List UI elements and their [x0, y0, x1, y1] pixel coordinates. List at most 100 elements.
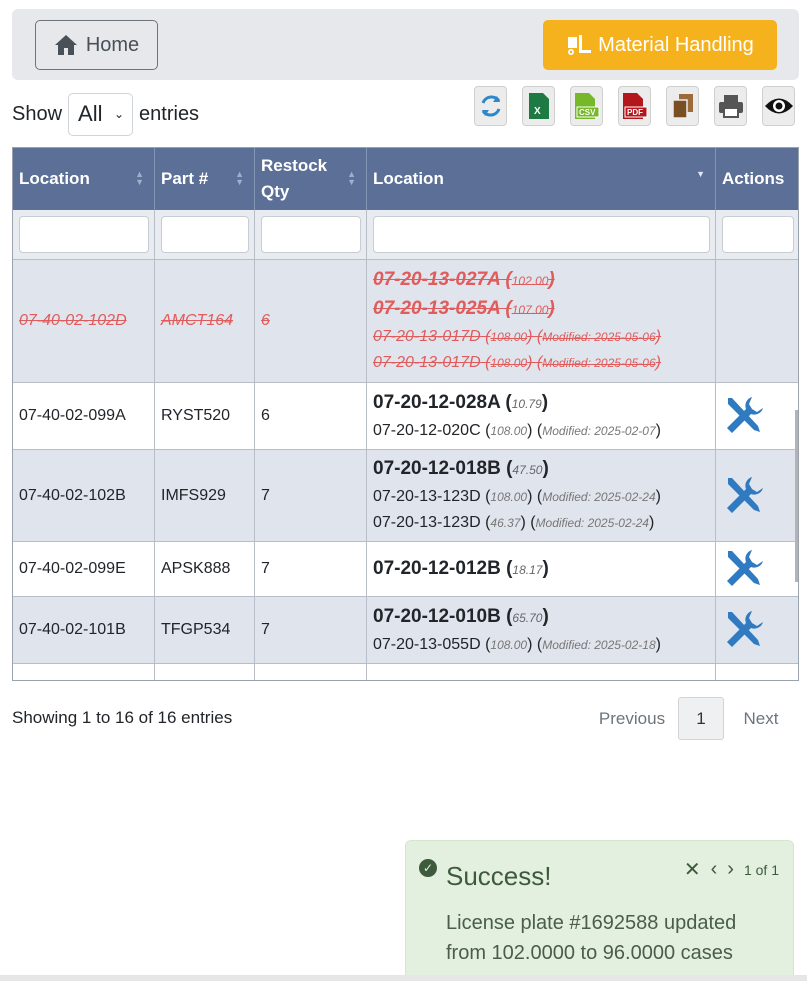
chevron-right-icon[interactable]: › — [727, 858, 734, 881]
sort-icon: ▲ ▼ — [347, 169, 356, 187]
show-label: Show — [12, 102, 63, 125]
location-qty: 65.70 — [512, 610, 543, 625]
filter-cell — [255, 210, 367, 259]
col-actions-label: Actions — [722, 169, 785, 188]
location-code: 07-20-13-017D — [373, 328, 481, 345]
excel-button[interactable]: X — [522, 86, 555, 126]
previous-button[interactable]: Previous — [586, 709, 678, 729]
pagination: Previous 1 Next — [586, 697, 798, 740]
cell-restock: 6 — [255, 260, 367, 382]
pdf-icon: PDF — [622, 93, 647, 119]
col-actions: Actions — [716, 148, 798, 210]
toast-title: Success! — [446, 861, 552, 891]
location-qty: 108.00 — [490, 637, 528, 652]
primary-location: 07-20-13-027A (102.00) — [373, 269, 555, 290]
location-qty: 108.00 — [490, 423, 528, 438]
home-button-label: Home — [85, 33, 140, 56]
sort-icon: ▲ ▼ — [135, 169, 144, 187]
entries-select-value: All — [78, 101, 103, 126]
cell-part: AMCT164 — [155, 260, 255, 382]
primary-location: 07-20-12-028A (10.79) — [373, 391, 549, 413]
location-code: 07-20-13-017D — [373, 354, 481, 371]
cell-locations: 07-20-12-010B (65.70) 07-20-13-055D (108… — [367, 597, 716, 663]
cell-part: IMFS929 — [155, 450, 255, 541]
primary-location: 07-20-12-018B (47.50) — [373, 458, 549, 479]
cell-empty — [155, 664, 255, 680]
cell-restock: 6 — [255, 383, 367, 449]
col-location-2[interactable]: Location ▼ — [367, 148, 716, 210]
length-menu: Show All ⌄ entries — [12, 92, 199, 136]
sort-icon: ▲ ▼ — [235, 169, 244, 187]
cell-locations: 07-20-12-018B (47.50) 07-20-13-123D (108… — [367, 450, 716, 541]
refresh-button[interactable] — [474, 86, 507, 126]
cell-restock: 7 — [255, 597, 367, 663]
cell-locations: 07-20-13-027A (102.00) 07-20-13-025A (10… — [367, 260, 716, 382]
filter-cell — [367, 210, 716, 259]
location-qty: 108.00 — [490, 490, 528, 504]
location-code: 07-20-13-055D — [373, 635, 481, 653]
filter-location-2-input[interactable] — [373, 216, 710, 253]
page-1-button[interactable]: 1 — [678, 697, 724, 740]
csv-button[interactable]: CSV — [570, 86, 603, 126]
cell-actions — [716, 260, 798, 382]
col-restock-qty[interactable]: Restock Qty ▲ ▼ — [255, 148, 367, 210]
cell-part: RYST520 — [155, 383, 255, 449]
chevron-down-icon: ⌄ — [113, 107, 125, 121]
eye-icon — [764, 98, 793, 114]
table-row: 07-40-02-102B IMFS929 7 07-20-12-018B (4… — [13, 450, 798, 542]
pdf-button[interactable]: PDF — [618, 86, 651, 126]
tools-icon[interactable] — [722, 547, 766, 591]
table-row: 07-40-02-099A RYST520 6 07-20-12-028A (1… — [13, 383, 798, 450]
top-bar: Home Material Handling — [12, 9, 799, 80]
col-location-label: Location — [19, 169, 90, 188]
material-handling-button[interactable]: Material Handling — [543, 20, 777, 70]
secondary-location: 07-20-13-123D (46.37) (Modified: 2025-02… — [373, 514, 655, 531]
secondary-location: 07-20-12-020C (108.00) (Modified: 2025-0… — [373, 421, 661, 439]
cell-location: 07-40-02-101B — [13, 597, 155, 663]
next-button[interactable]: Next — [724, 709, 798, 729]
copy-button[interactable] — [666, 86, 699, 126]
bottom-divider — [0, 975, 807, 981]
copy-icon — [671, 94, 693, 119]
filter-restock-input[interactable] — [261, 216, 361, 253]
cell-part: TFGP534 — [155, 597, 255, 663]
primary-location: 07-20-12-012B (18.17) — [373, 557, 549, 579]
cell-location: 07-40-02-102B — [13, 450, 155, 541]
column-visibility-button[interactable] — [762, 86, 795, 126]
location-qty: 108.00 — [490, 356, 528, 370]
location-qty: 46.37 — [490, 516, 521, 530]
tools-icon[interactable] — [722, 608, 766, 652]
table-row: 07-40-02-099E APSK888 7 07-20-12-012B (1… — [13, 542, 798, 597]
close-icon[interactable]: ✕ — [684, 857, 701, 882]
pdf-label: PDF — [627, 108, 643, 117]
chevron-left-icon[interactable]: ‹ — [711, 858, 718, 881]
home-icon — [54, 35, 77, 55]
col-restock-qty-label: Restock Qty — [261, 156, 328, 201]
cell-restock: 7 — [255, 450, 367, 541]
modified-date: Modified: 2025-02-24 — [535, 516, 649, 530]
modified-date: Modified: 2025-02-07 — [542, 423, 656, 438]
filter-actions-input[interactable] — [722, 216, 794, 253]
tools-icon[interactable] — [722, 394, 766, 438]
table-scrollbar[interactable] — [795, 410, 798, 582]
table-row-partial — [13, 664, 798, 680]
print-button[interactable] — [714, 86, 747, 126]
cell-locations: 07-20-12-012B (18.17) — [367, 542, 716, 596]
location-qty: 107.00 — [511, 303, 549, 317]
col-part[interactable]: Part # ▲ ▼ — [155, 148, 255, 210]
home-button[interactable]: Home — [35, 20, 158, 70]
restock-table: Location ▲ ▼ Part # ▲ ▼ Restock Qty ▲ ▼ Locati… — [12, 147, 799, 681]
location-code: 07-20-12-020C — [373, 421, 481, 439]
filter-part-input[interactable] — [161, 216, 249, 253]
cell-empty — [13, 664, 155, 680]
csv-icon: CSV — [574, 93, 599, 119]
col-location[interactable]: Location ▲ ▼ — [13, 148, 155, 210]
export-toolbar: X CSV PDF — [474, 86, 795, 126]
location-qty: 108.00 — [490, 330, 528, 344]
tools-icon[interactable] — [722, 474, 766, 518]
table-row: 07-40-02-101B TFGP534 7 07-20-12-010B (6… — [13, 597, 798, 664]
filter-location-input[interactable] — [19, 216, 149, 253]
check-circle-icon: ✓ — [419, 859, 437, 877]
cell-empty — [255, 664, 367, 680]
entries-select[interactable]: All ⌄ — [68, 92, 134, 136]
